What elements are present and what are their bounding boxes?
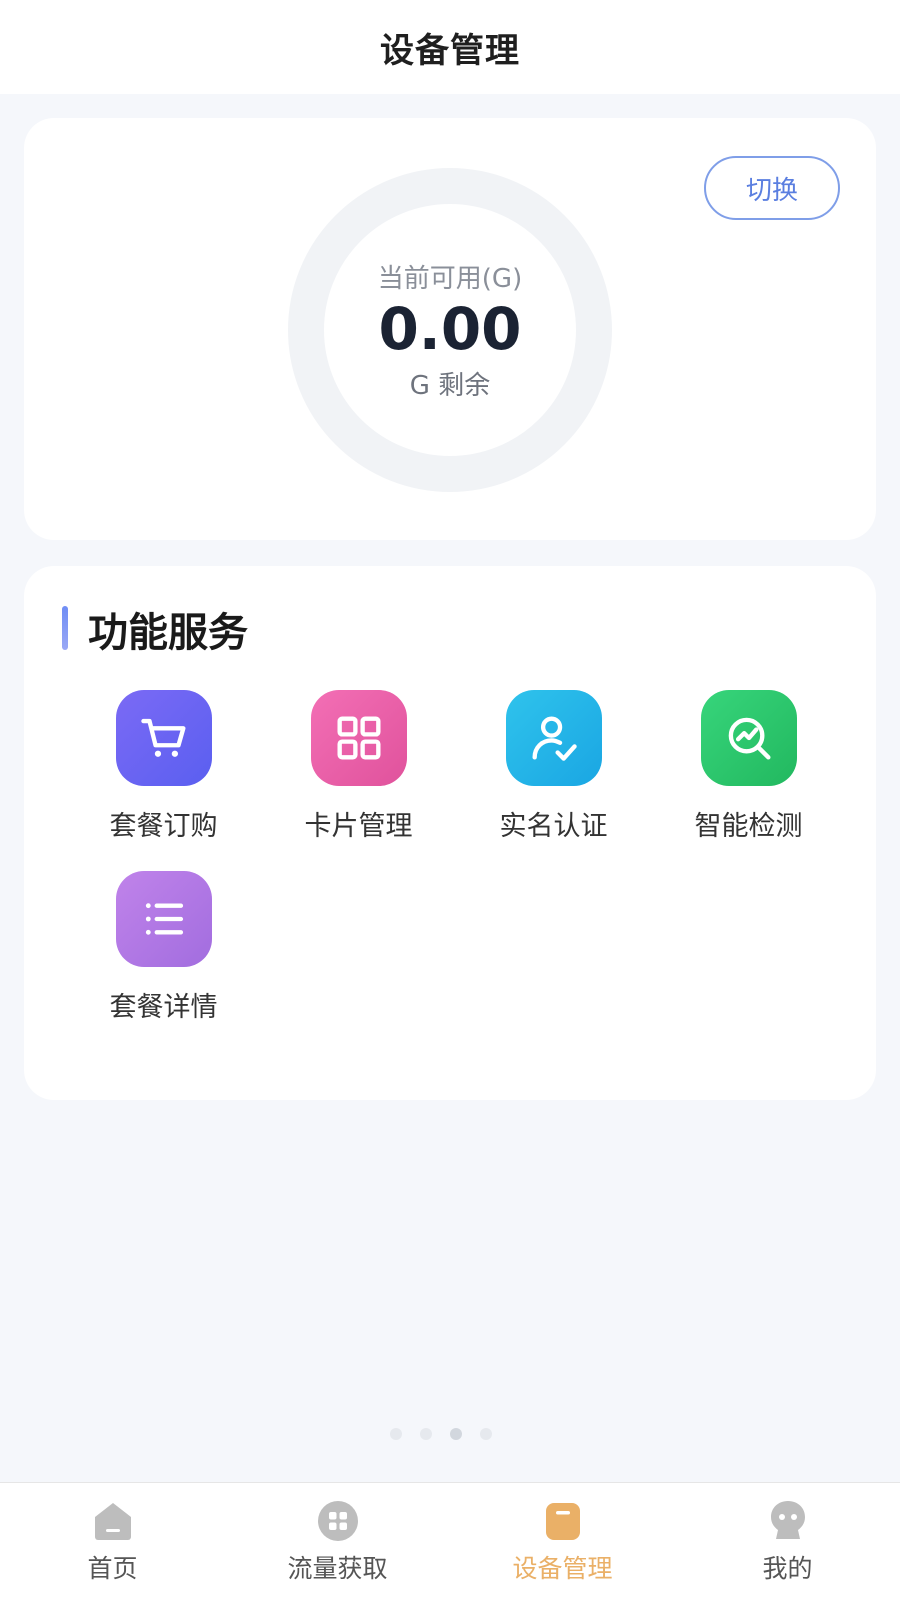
tab-device-management[interactable]: 设备管理 xyxy=(450,1483,675,1601)
bottom-tab-bar: 首页 流量获取 设备管理 我的 xyxy=(0,1482,900,1601)
page-title: 设备管理 xyxy=(380,30,520,71)
services-grid: 套餐订购 卡片管理 实名认证 智能检测 套餐详情 xyxy=(66,690,846,1024)
home-icon xyxy=(94,1503,131,1540)
balance-card: 切换 当前可用(G) 0.00 G 剩余 xyxy=(24,118,876,540)
tab-label: 我的 xyxy=(762,1554,813,1583)
user-check-icon xyxy=(505,690,602,786)
device-icon xyxy=(545,1503,580,1540)
grid-icon xyxy=(310,690,407,786)
tab-profile[interactable]: 我的 xyxy=(675,1483,900,1601)
tab-label: 流量获取 xyxy=(287,1554,388,1583)
remaining-unit: G 剩余 xyxy=(409,371,491,401)
switch-button[interactable]: 切换 xyxy=(704,156,840,220)
app-header: 设备管理 xyxy=(0,0,900,94)
tab-label: 设备管理 xyxy=(512,1554,613,1583)
service-label: 实名认证 xyxy=(499,811,608,842)
page-dot xyxy=(420,1428,432,1440)
service-real-name-auth[interactable]: 实名认证 xyxy=(456,690,651,843)
service-card-management[interactable]: 卡片管理 xyxy=(261,690,456,843)
remaining-value: 0.00 xyxy=(378,295,522,363)
chart-search-icon xyxy=(700,690,797,786)
page-dot-active xyxy=(450,1428,462,1440)
ring-label: 当前可用(G) xyxy=(377,264,523,294)
page-indicator xyxy=(390,1428,492,1440)
service-package-order[interactable]: 套餐订购 xyxy=(66,690,261,843)
services-card: 功能服务 套餐订购 卡片管理 实名认证 智能检测 套餐详情 xyxy=(24,566,876,1100)
cart-icon xyxy=(115,690,212,786)
service-smart-detect[interactable]: 智能检测 xyxy=(651,690,846,843)
apps-icon xyxy=(317,1501,358,1541)
service-label: 套餐详情 xyxy=(109,992,218,1023)
service-label: 套餐订购 xyxy=(109,811,218,842)
list-icon xyxy=(115,871,212,967)
section-title: 功能服务 xyxy=(88,610,248,656)
service-label: 卡片管理 xyxy=(304,811,413,842)
usage-ring: 当前可用(G) 0.00 G 剩余 xyxy=(288,168,612,492)
service-label: 智能检测 xyxy=(694,811,803,842)
profile-icon xyxy=(770,1501,805,1539)
page-dot xyxy=(480,1428,492,1440)
tab-label: 首页 xyxy=(87,1554,138,1583)
service-package-details[interactable]: 套餐详情 xyxy=(66,871,261,1024)
section-accent-bar xyxy=(62,606,68,650)
tab-home[interactable]: 首页 xyxy=(0,1483,225,1601)
tab-traffic[interactable]: 流量获取 xyxy=(225,1483,450,1601)
page-dot xyxy=(390,1428,402,1440)
